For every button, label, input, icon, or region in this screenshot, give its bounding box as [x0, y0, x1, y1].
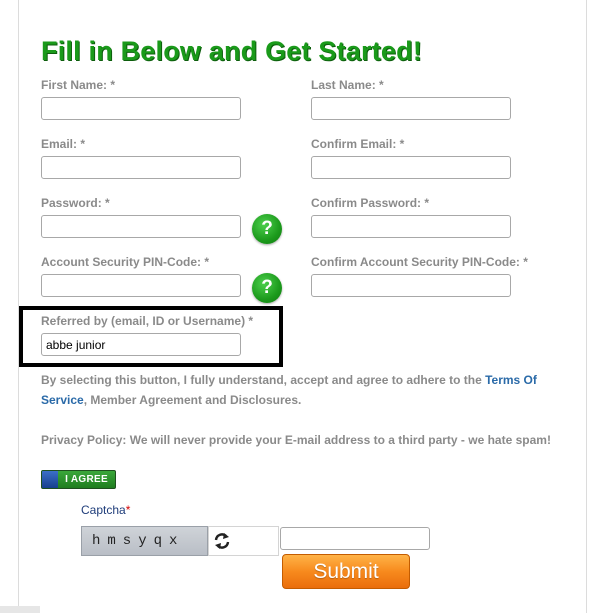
question-mark-glyph: ?	[261, 277, 273, 298]
submit-button[interactable]: Submit	[282, 554, 410, 589]
terms-text: By selecting this button, I fully unders…	[41, 373, 486, 387]
confirm-pin-field[interactable]	[311, 274, 511, 297]
captcha-image-text: hmsyqx	[92, 533, 185, 549]
captcha-label-text: Captcha	[81, 503, 126, 517]
password-field[interactable]	[41, 215, 241, 238]
confirm-password-label: Confirm Password: *	[311, 196, 430, 210]
pin-help-icon[interactable]: ?	[252, 273, 282, 303]
confirm-email-field[interactable]	[311, 156, 511, 179]
confirm-password-field[interactable]	[311, 215, 511, 238]
email-field[interactable]	[41, 156, 241, 179]
agree-button-nub	[42, 471, 58, 488]
password-label: Password: *	[41, 196, 110, 210]
agree-button-label: I AGREE	[65, 474, 108, 485]
question-mark-glyph: ?	[261, 218, 273, 239]
confirm-pin-label: Confirm Account Security PIN-Code: *	[311, 255, 528, 269]
captcha-image: hmsyqx	[81, 526, 208, 556]
confirm-email-label: Confirm Email: *	[311, 137, 405, 151]
terms-paragraph: By selecting this button, I fully unders…	[41, 370, 561, 410]
page-title: Fill in Below and Get Started!	[41, 36, 423, 66]
first-name-field[interactable]	[41, 97, 241, 120]
first-name-label: First Name: *	[41, 78, 116, 92]
captcha-required-mark: *	[125, 503, 131, 517]
password-help-icon[interactable]: ?	[252, 214, 282, 244]
refresh-arrows-icon	[214, 533, 230, 549]
captcha-refresh-button[interactable]	[208, 526, 279, 556]
page-frame-right	[586, 0, 597, 613]
captcha-input[interactable]	[280, 527, 430, 550]
terms-link-part2: Service	[41, 393, 84, 407]
email-label: Email: *	[41, 137, 86, 151]
pin-field[interactable]	[41, 274, 241, 297]
last-name-label: Last Name: *	[311, 78, 384, 92]
pin-label: Account Security PIN-Code: *	[41, 255, 210, 269]
captcha-label: Captcha*	[81, 503, 130, 517]
referred-by-field[interactable]	[41, 333, 241, 356]
i-agree-button[interactable]: I AGREE	[41, 470, 116, 489]
page-frame-left	[0, 0, 19, 613]
last-name-field[interactable]	[311, 97, 511, 120]
terms-link-part1: Terms Of	[485, 373, 537, 387]
page-frame-bottom	[0, 606, 40, 613]
referred-label: Referred by (email, ID or Username) *	[41, 314, 254, 328]
terms-text-after: , Member Agreement and Disclosures.	[83, 393, 302, 407]
privacy-policy-text: Privacy Policy: We will never provide yo…	[41, 433, 551, 447]
